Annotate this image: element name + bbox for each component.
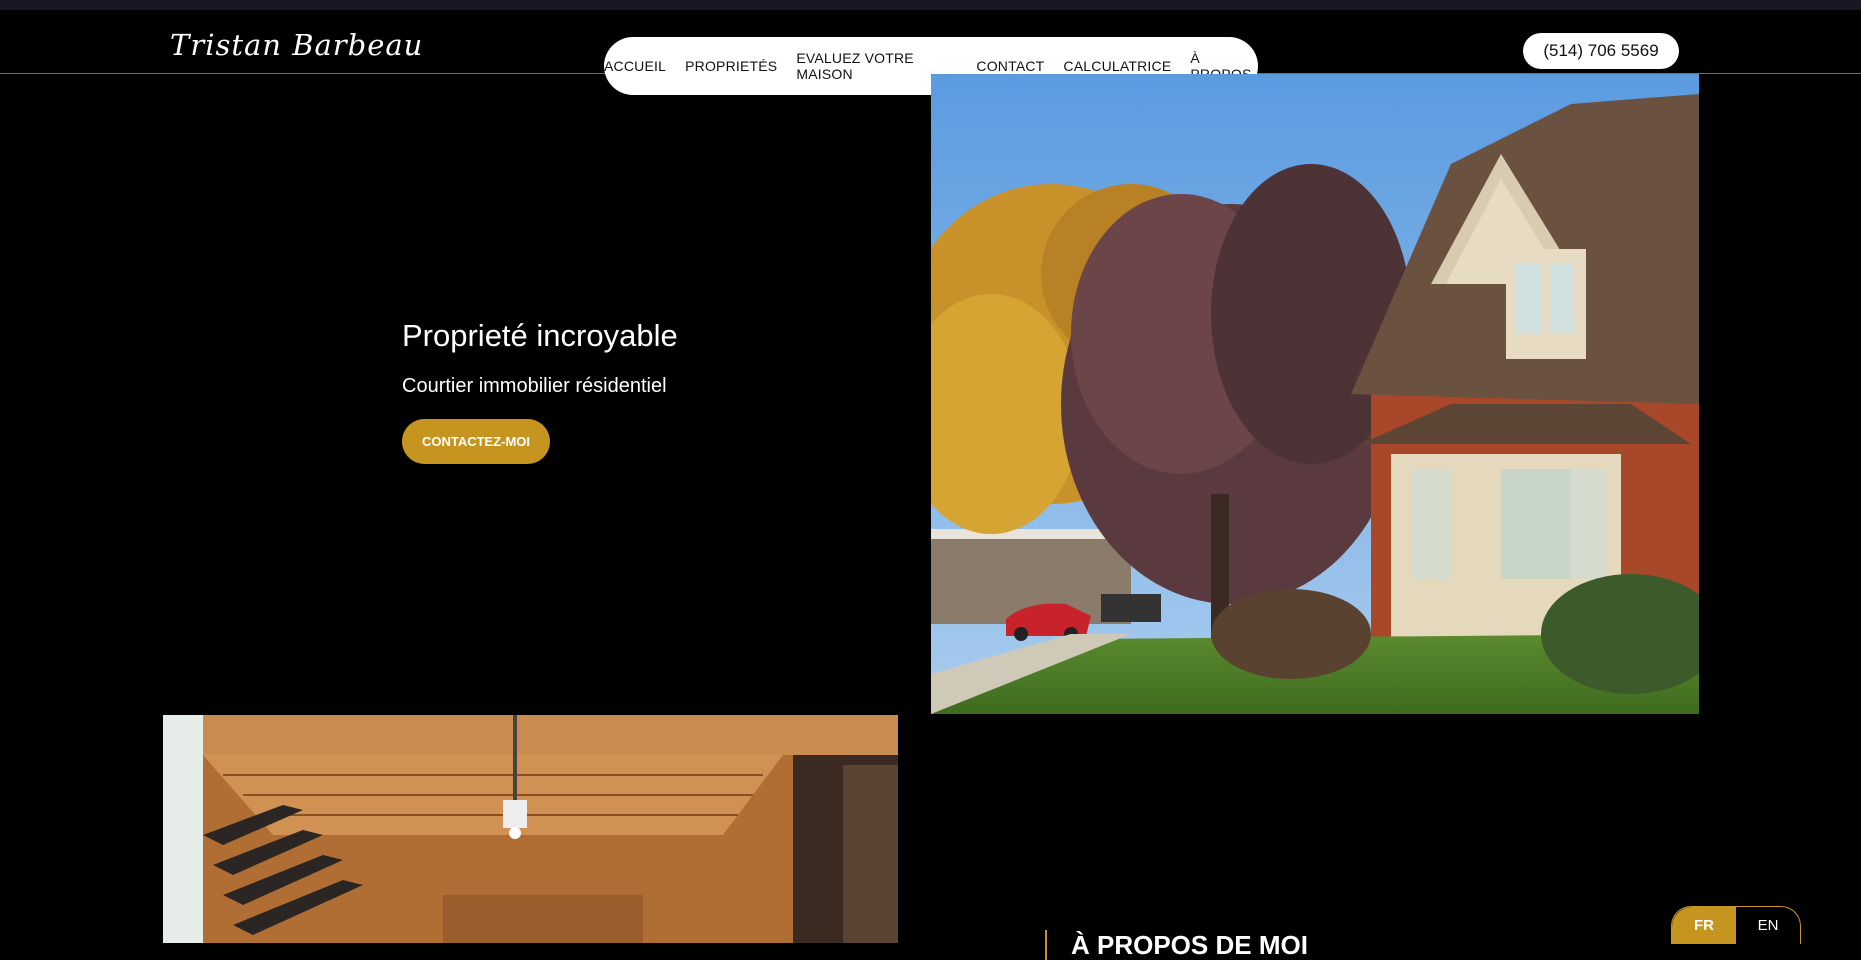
nav-item-proprietes[interactable]: PROPRIETÉS [685, 58, 777, 74]
nav-item-accueil[interactable]: ACCUEIL [604, 58, 666, 74]
hero-title: Proprieté incroyable [402, 318, 678, 353]
hero-subtitle: Courtier immobilier résidentiel [402, 375, 667, 397]
contact-me-button[interactable]: CONTACTEZ-MOI [402, 419, 550, 464]
nav-item-contact[interactable]: CONTACT [976, 58, 1044, 74]
lang-en-button[interactable]: EN [1736, 907, 1800, 944]
house-photo [931, 74, 1699, 714]
about-heading: À PROPOS DE MOI [1045, 930, 1308, 960]
site-logo[interactable]: Tristan Barbeau [170, 28, 423, 62]
phone-button[interactable]: (514) 706 5569 [1523, 33, 1679, 69]
nav-item-calculatrice[interactable]: CALCULATRICE [1063, 58, 1171, 74]
browser-top-strip [0, 0, 1861, 10]
lang-fr-button[interactable]: FR [1672, 907, 1736, 944]
language-switcher: FR EN [1671, 906, 1801, 944]
interior-photo [163, 715, 898, 943]
